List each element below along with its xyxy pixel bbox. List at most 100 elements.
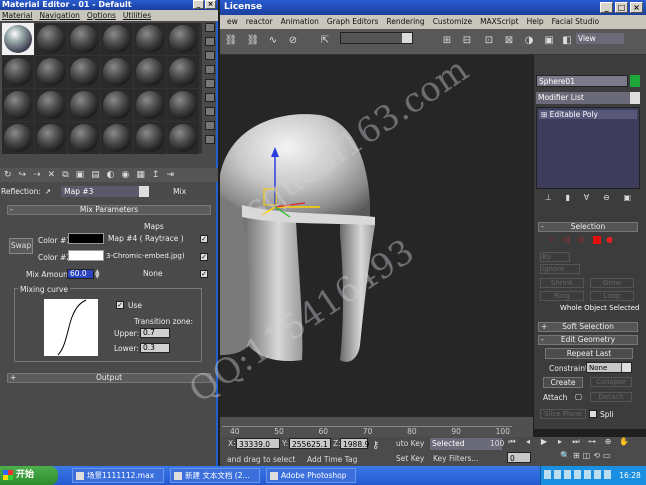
sample-slot[interactable] xyxy=(68,122,100,154)
auto-key-button[interactable]: uto Key xyxy=(396,439,424,448)
unlink-icon[interactable]: ⛓ xyxy=(246,34,260,48)
sample-type-icon[interactable] xyxy=(205,23,215,32)
options-icon[interactable] xyxy=(205,107,215,116)
ime-icon[interactable] xyxy=(564,470,571,479)
reset-map-icon[interactable]: ✕ xyxy=(48,170,56,180)
volume-icon[interactable] xyxy=(554,470,561,479)
lower-field[interactable]: 0.3 xyxy=(140,343,170,353)
pin-stack-icon[interactable]: ⊥ xyxy=(545,193,552,203)
split-checkbox[interactable] xyxy=(589,410,597,418)
color2-map-button[interactable]: 3-Chromic-embed.jpg) xyxy=(106,252,185,260)
pick-icon[interactable]: ↗ xyxy=(45,187,51,196)
key-filters-button[interactable]: Key Filters... xyxy=(433,454,479,463)
add-time-tag-button[interactable]: Add Time Tag xyxy=(307,455,357,464)
menu-animation[interactable]: Animation xyxy=(281,15,319,29)
key-icon[interactable]: ⚷ xyxy=(372,440,379,451)
arc-rotate-icon[interactable]: ⟲ xyxy=(593,451,600,463)
goto-start-icon[interactable]: ⏮ xyxy=(506,437,518,449)
curve-editor-icon[interactable]: ⊡ xyxy=(482,34,496,48)
menu-facial-studio[interactable]: Facial Studio xyxy=(552,15,599,29)
prev-frame-icon[interactable]: ◂ xyxy=(522,437,534,449)
play-icon[interactable]: ▶ xyxy=(538,437,550,449)
sample-slot[interactable] xyxy=(35,23,67,55)
sample-slot[interactable] xyxy=(167,89,199,121)
repeat-last-button[interactable]: Repeat Last xyxy=(545,348,633,359)
edge-icon[interactable]: ◁ xyxy=(563,236,573,244)
menu-reactor[interactable]: reactor xyxy=(246,15,273,29)
soft-selection-rollout[interactable]: + Soft Selection xyxy=(538,322,638,332)
vertex-icon[interactable]: ⁘ xyxy=(548,236,558,244)
select-link-icon[interactable]: ⛓ xyxy=(224,34,238,48)
detach-button[interactable]: Detach xyxy=(590,392,632,402)
goto-end-icon[interactable]: ⏭ xyxy=(570,437,582,449)
minimize-button[interactable]: _ xyxy=(600,2,613,13)
material-navigator-icon[interactable] xyxy=(205,135,215,144)
security-icon[interactable] xyxy=(574,470,581,479)
current-frame-field[interactable]: 0 xyxy=(507,452,531,463)
color2-swatch[interactable] xyxy=(68,250,104,261)
maximize-viewport-icon[interactable]: ▭ xyxy=(603,451,611,463)
make-preview-icon[interactable] xyxy=(205,93,215,102)
edit-geometry-rollout[interactable]: - Edit Geometry xyxy=(538,335,638,345)
set-key-button[interactable]: Set Key xyxy=(396,454,424,463)
sample-slot[interactable] xyxy=(35,56,67,88)
sample-slot[interactable] xyxy=(101,56,133,88)
make-unique-icon[interactable]: ▣ xyxy=(76,170,85,180)
sample-slot[interactable] xyxy=(101,122,133,154)
perspective-viewport[interactable] xyxy=(220,55,533,417)
network-icon[interactable] xyxy=(544,470,551,479)
background-icon[interactable] xyxy=(205,51,215,60)
shrink-button[interactable]: Shrink xyxy=(540,278,584,288)
bind-space-warp-icon[interactable]: ∿ xyxy=(266,34,280,48)
sample-slot[interactable] xyxy=(68,89,100,121)
map-type-button[interactable]: Mix xyxy=(173,187,186,196)
messenger-icon[interactable] xyxy=(584,470,591,479)
select-by-material-icon[interactable] xyxy=(205,121,215,130)
y-coordinate-field[interactable]: 255625.1 xyxy=(289,438,331,449)
collapse-button[interactable]: Collapse xyxy=(590,377,632,387)
configure-sets-icon[interactable]: ▣ xyxy=(624,193,632,203)
attach-list-icon[interactable]: ▢ xyxy=(575,392,582,401)
taskbar-item-photoshop[interactable]: Adobe Photoshop xyxy=(266,468,356,483)
start-button[interactable]: 开始 xyxy=(0,466,58,485)
put-to-library-icon[interactable]: ▤ xyxy=(91,170,100,180)
sample-slot[interactable] xyxy=(35,122,67,154)
usb-icon[interactable] xyxy=(604,470,611,479)
polygon-icon[interactable] xyxy=(593,236,601,244)
make-unique-icon[interactable]: ∀ xyxy=(584,193,589,203)
object-name-field[interactable]: Sphere01 xyxy=(536,75,628,87)
ignore-backfacing-checkbox[interactable]: Ignore xyxy=(540,264,580,274)
menu-rendering[interactable]: Rendering xyxy=(386,15,424,29)
quick-render-icon[interactable]: ◧ xyxy=(560,34,574,48)
render-scene-icon[interactable]: ▣ xyxy=(542,34,556,48)
output-rollout[interactable]: + Output xyxy=(7,373,211,383)
reference-coordinate-dropdown[interactable]: View xyxy=(576,33,624,44)
create-button[interactable]: Create xyxy=(543,377,583,388)
go-forward-icon[interactable]: ⇥ xyxy=(166,170,174,180)
copy-material-icon[interactable]: ⧉ xyxy=(62,170,68,180)
menu-material[interactable]: Material xyxy=(2,10,32,21)
constraints-dropdown[interactable]: None xyxy=(586,362,632,373)
select-object-icon[interactable]: ⇱ xyxy=(318,34,332,48)
swap-button[interactable]: Swap xyxy=(9,238,33,254)
menu-options[interactable]: Options xyxy=(87,10,116,21)
menu-customize[interactable]: Customize xyxy=(433,15,472,29)
zoom-extents-icon[interactable]: ⊕ xyxy=(602,437,614,449)
color1-map-checkbox[interactable]: ✓ xyxy=(200,235,208,243)
taskbar-item-max[interactable]: 场景1111112.max xyxy=(72,468,164,483)
put-to-scene-icon[interactable]: ↪ xyxy=(19,170,27,180)
sample-slot[interactable] xyxy=(101,23,133,55)
show-map-icon[interactable]: ◉ xyxy=(122,170,130,180)
go-to-parent-icon[interactable]: ↥ xyxy=(152,170,160,180)
video-color-check-icon[interactable] xyxy=(205,79,215,88)
remove-modifier-icon[interactable]: ⊖ xyxy=(603,193,610,203)
next-frame-icon[interactable]: ▸ xyxy=(554,437,566,449)
slice-plane-button[interactable]: Slice Plane xyxy=(540,409,586,419)
sample-slot[interactable] xyxy=(101,89,133,121)
sample-slot[interactable] xyxy=(2,122,34,154)
map-name-dropdown[interactable]: Map #3 xyxy=(61,186,150,197)
color1-swatch[interactable] xyxy=(68,233,104,244)
sample-slot[interactable] xyxy=(134,56,166,88)
assign-material-icon[interactable]: ⇢ xyxy=(33,170,41,180)
selection-rollout[interactable]: - Selection xyxy=(538,222,638,232)
